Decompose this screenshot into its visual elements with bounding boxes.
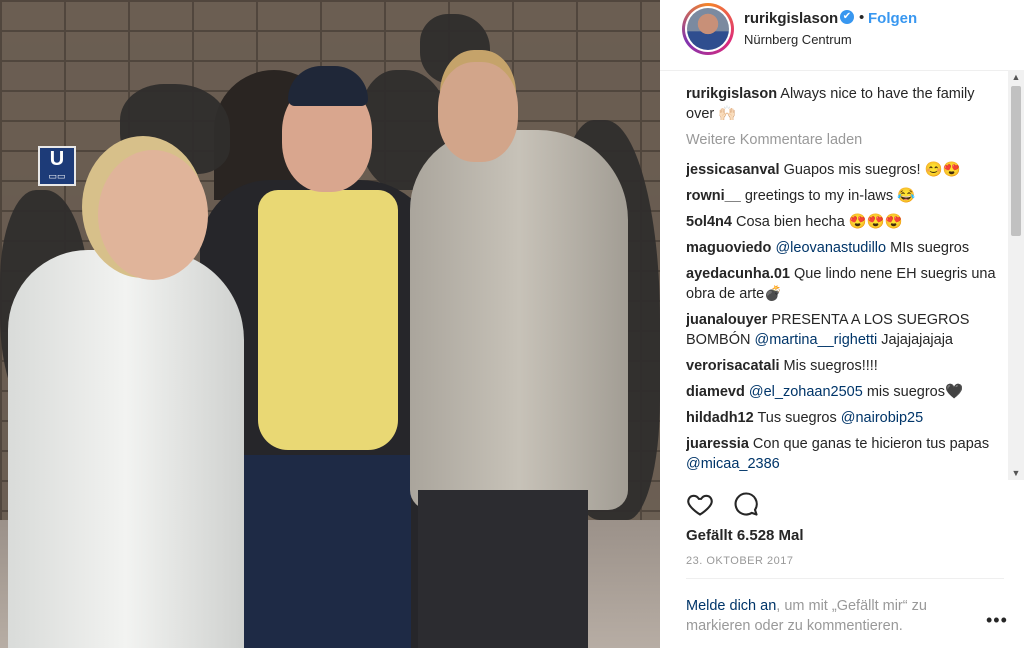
man-middle-jeans bbox=[236, 455, 411, 648]
comment-text: Jajajajajaja bbox=[881, 332, 953, 348]
caption-username[interactable]: rurikgislason bbox=[686, 86, 777, 102]
avatar-image bbox=[687, 8, 729, 50]
comment-mention[interactable]: @nairobip25 bbox=[841, 410, 923, 426]
comment-username[interactable]: juanalouyer bbox=[686, 312, 767, 328]
comment-item: diamevd @el_zohaan2505 mis suegros🖤 bbox=[686, 382, 1006, 402]
comment-username[interactable]: diamevd bbox=[686, 384, 745, 400]
comment-item: 5ol4n4 Cosa bien hecha 😍😍😍 bbox=[686, 212, 1006, 232]
scrollbar-thumb[interactable] bbox=[1011, 86, 1021, 236]
ubahn-sign-letter: U bbox=[49, 148, 65, 170]
comment-username[interactable]: jessicasanval bbox=[686, 162, 780, 178]
comment-text: Con que ganas te hicieron tus papas bbox=[752, 436, 990, 452]
man-right-jacket bbox=[410, 130, 628, 510]
separator-dot: • bbox=[859, 9, 865, 26]
comment-username[interactable]: 5ol4n4 bbox=[686, 214, 732, 230]
post-date: 23. OKTOBER 2017 bbox=[686, 555, 794, 567]
comments-list[interactable]: rurikgislason Always nice to have the fa… bbox=[686, 84, 1006, 480]
caption: rurikgislason Always nice to have the fa… bbox=[686, 84, 1006, 124]
location-link[interactable]: Nürnberg Centrum bbox=[744, 32, 852, 47]
comment-username[interactable]: maguoviedo bbox=[686, 240, 771, 256]
author-username[interactable]: rurikgislason bbox=[744, 10, 838, 27]
comment-item: maguoviedo @leovanastudillo MIs suegros bbox=[686, 238, 1006, 258]
comment-mention[interactable]: @el_zohaan2505 bbox=[749, 384, 863, 400]
ubahn-sign: U ▭▭ bbox=[38, 146, 76, 186]
comment-username[interactable]: verorisacatali bbox=[686, 358, 780, 374]
login-link[interactable]: Melde dich an bbox=[686, 598, 776, 614]
scroll-down-arrow-icon[interactable]: ▼ bbox=[1008, 466, 1024, 480]
comment-text: Cosa bien hecha 😍😍😍 bbox=[735, 214, 903, 230]
comments-scrollbar[interactable]: ▲ ▼ bbox=[1008, 70, 1024, 480]
comment-mention[interactable]: @leovanastudillo bbox=[775, 240, 886, 256]
ubahn-sign-sub: ▭▭ bbox=[48, 171, 66, 181]
man-right-head bbox=[438, 62, 518, 162]
load-more-comments-button[interactable]: Weitere Kommentare laden bbox=[686, 130, 1006, 150]
comment-username[interactable]: juaressia bbox=[686, 436, 749, 452]
more-options-icon[interactable]: ••• bbox=[986, 610, 1008, 631]
woman-left-head bbox=[98, 150, 208, 280]
comment-username[interactable]: hildadh12 bbox=[686, 410, 754, 426]
comment-text: MIs suegros bbox=[890, 240, 970, 256]
follow-button[interactable]: Folgen bbox=[868, 10, 917, 27]
comment-username[interactable]: ayedacunha.01 bbox=[686, 266, 790, 282]
comment-text: Tus suegros bbox=[757, 410, 837, 426]
comment-text: Mis suegros!!!! bbox=[783, 358, 878, 374]
post-photo[interactable]: U ▭▭ bbox=[0, 0, 660, 648]
man-middle-sweater bbox=[258, 190, 398, 450]
comment-username[interactable]: rowni__ bbox=[686, 188, 741, 204]
comment-item: hildadh12 Tus suegros @nairobip25 bbox=[686, 408, 1006, 428]
comment-bubble-icon[interactable] bbox=[732, 490, 760, 518]
comment-text: mis suegros🖤 bbox=[866, 384, 964, 400]
avatar[interactable] bbox=[682, 3, 734, 55]
woman-left-coat bbox=[8, 250, 244, 648]
post-side-panel: rurikgislason ✔ • Folgen Nürnberg Centru… bbox=[660, 0, 1024, 648]
comment-item: jessicasanval Guapos mis suegros! 😊😍 bbox=[686, 160, 1006, 180]
man-right-pants bbox=[418, 490, 588, 648]
likes-count[interactable]: Gefällt 6.528 Mal bbox=[686, 527, 804, 544]
heart-icon[interactable] bbox=[686, 490, 714, 518]
comment-mention[interactable]: @micaa_2386 bbox=[686, 456, 780, 472]
comment-mention[interactable]: @martina__righetti bbox=[754, 332, 877, 348]
comment-item: verorisacatali Mis suegros!!!! bbox=[686, 356, 1006, 376]
divider bbox=[686, 578, 1004, 579]
comment-item: juanalouyer PRESENTA A LOS SUEGROS BOMBÓ… bbox=[686, 310, 1006, 350]
comment-text: greetings to my in-laws 😂 bbox=[744, 188, 916, 204]
comment-item: juaressia Con que ganas te hicieron tus … bbox=[686, 434, 1006, 474]
login-prompt: Melde dich an, um mit „Gefällt mir“ zu m… bbox=[686, 596, 976, 636]
scroll-up-arrow-icon[interactable]: ▲ bbox=[1008, 70, 1024, 84]
verified-badge-icon: ✔ bbox=[840, 10, 854, 24]
comment-item: rowni__ greetings to my in-laws 😂 bbox=[686, 186, 1006, 206]
comment-text: Guapos mis suegros! 😊😍 bbox=[783, 162, 961, 178]
comment-item: ayedacunha.01 Que lindo nene EH suegris … bbox=[686, 264, 1006, 304]
post-header: rurikgislason ✔ • Folgen Nürnberg Centru… bbox=[660, 0, 1024, 71]
